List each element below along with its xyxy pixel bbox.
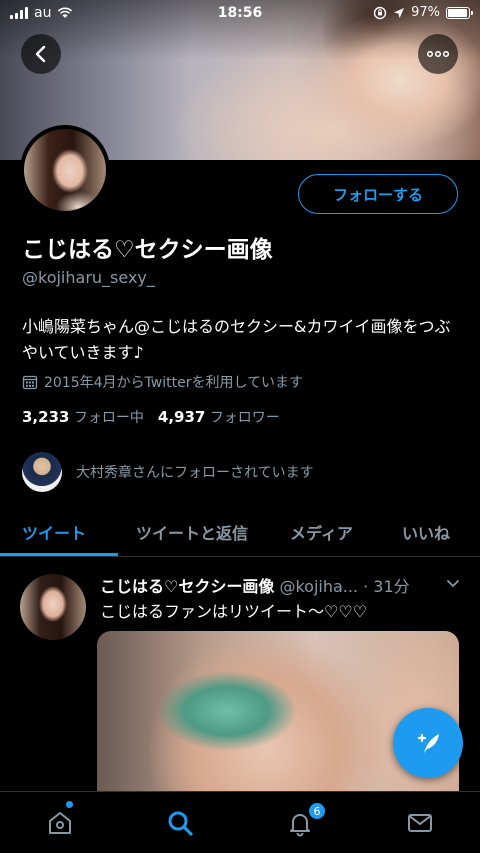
chevron-left-icon — [35, 45, 46, 63]
follow-counts: 3,233 フォロー中 4,937 フォロワー — [22, 407, 280, 427]
following-label: フォロー中 — [73, 410, 144, 426]
more-options-button[interactable] — [418, 34, 458, 74]
joined-date: 2015年4月からTwitterを利用しています — [22, 372, 303, 392]
more-icon — [427, 51, 449, 57]
tweet-avatar[interactable] — [20, 574, 86, 640]
tweet-author-handle: @kojiha... — [279, 577, 359, 596]
tab-media[interactable]: メディア — [290, 520, 353, 544]
compose-feather-icon — [417, 733, 439, 753]
followed-by-text: 大村秀章さんにフォローされています — [76, 465, 314, 481]
follower-avatar — [22, 452, 62, 492]
followers-count: 4,937 — [157, 408, 206, 426]
nav-messages[interactable] — [403, 806, 437, 840]
followed-by-row[interactable]: 大村秀章さんにフォローされています — [22, 452, 314, 492]
joined-text: 2015年4月からTwitterを利用しています — [44, 375, 304, 391]
status-right: 97% — [373, 5, 473, 20]
followers-label: フォロワー — [209, 410, 280, 426]
profile-handle: @kojiharu_sexy_ — [22, 268, 155, 287]
tweet-text: こじはるファンはリツイート〜♡♡♡ — [100, 602, 368, 621]
battery-percent: 97% — [411, 5, 440, 20]
bottom-navigation — [0, 791, 480, 853]
tab-tweets-and-replies[interactable]: ツイートと返信 — [136, 520, 248, 544]
tweet-menu-button[interactable] — [446, 574, 460, 593]
messages-icon — [408, 814, 432, 832]
location-icon — [394, 7, 405, 18]
back-button[interactable] — [21, 34, 61, 74]
active-tab-indicator — [0, 553, 118, 556]
nav-search[interactable] — [163, 806, 197, 840]
battery-fill — [448, 8, 468, 17]
home-icon — [49, 812, 71, 834]
profile-bio: 小嶋陽菜ちゃん@こじはるのセクシー&カワイイ画像をつぶやいていきます♪ — [22, 317, 451, 362]
chevron-down-icon — [447, 580, 459, 588]
nav-home[interactable] — [43, 806, 77, 840]
following-link[interactable]: 3,233 フォロー中 — [22, 407, 144, 427]
notification-badge: 6 — [307, 801, 327, 821]
profile-tabs: ツイート ツイートと返信 メディア いいね — [0, 507, 480, 557]
tweet-author-name: こじはる♡セクシー画像 — [100, 577, 275, 596]
follow-button[interactable]: フォローする — [298, 174, 458, 214]
battery-icon — [446, 6, 473, 19]
followers-link[interactable]: 4,937 フォロワー — [158, 407, 280, 427]
search-icon — [168, 811, 193, 836]
profile-name: こじはる♡セクシー画像 — [22, 237, 273, 263]
profile-avatar[interactable] — [20, 125, 110, 215]
tab-tweets[interactable]: ツイート — [22, 520, 86, 544]
tweet-header: こじはる♡セクシー画像 @kojiha... · 31分 — [100, 573, 436, 597]
tab-likes[interactable]: いいね — [402, 520, 450, 544]
following-count: 3,233 — [22, 408, 70, 426]
tweet-time: · 31分 — [363, 577, 410, 596]
orientation-lock-icon — [373, 6, 387, 19]
home-new-dot — [66, 801, 73, 808]
calendar-icon — [22, 375, 38, 390]
status-bar: au 18:56 97% — [0, 0, 480, 28]
compose-tweet-button[interactable] — [393, 708, 463, 778]
